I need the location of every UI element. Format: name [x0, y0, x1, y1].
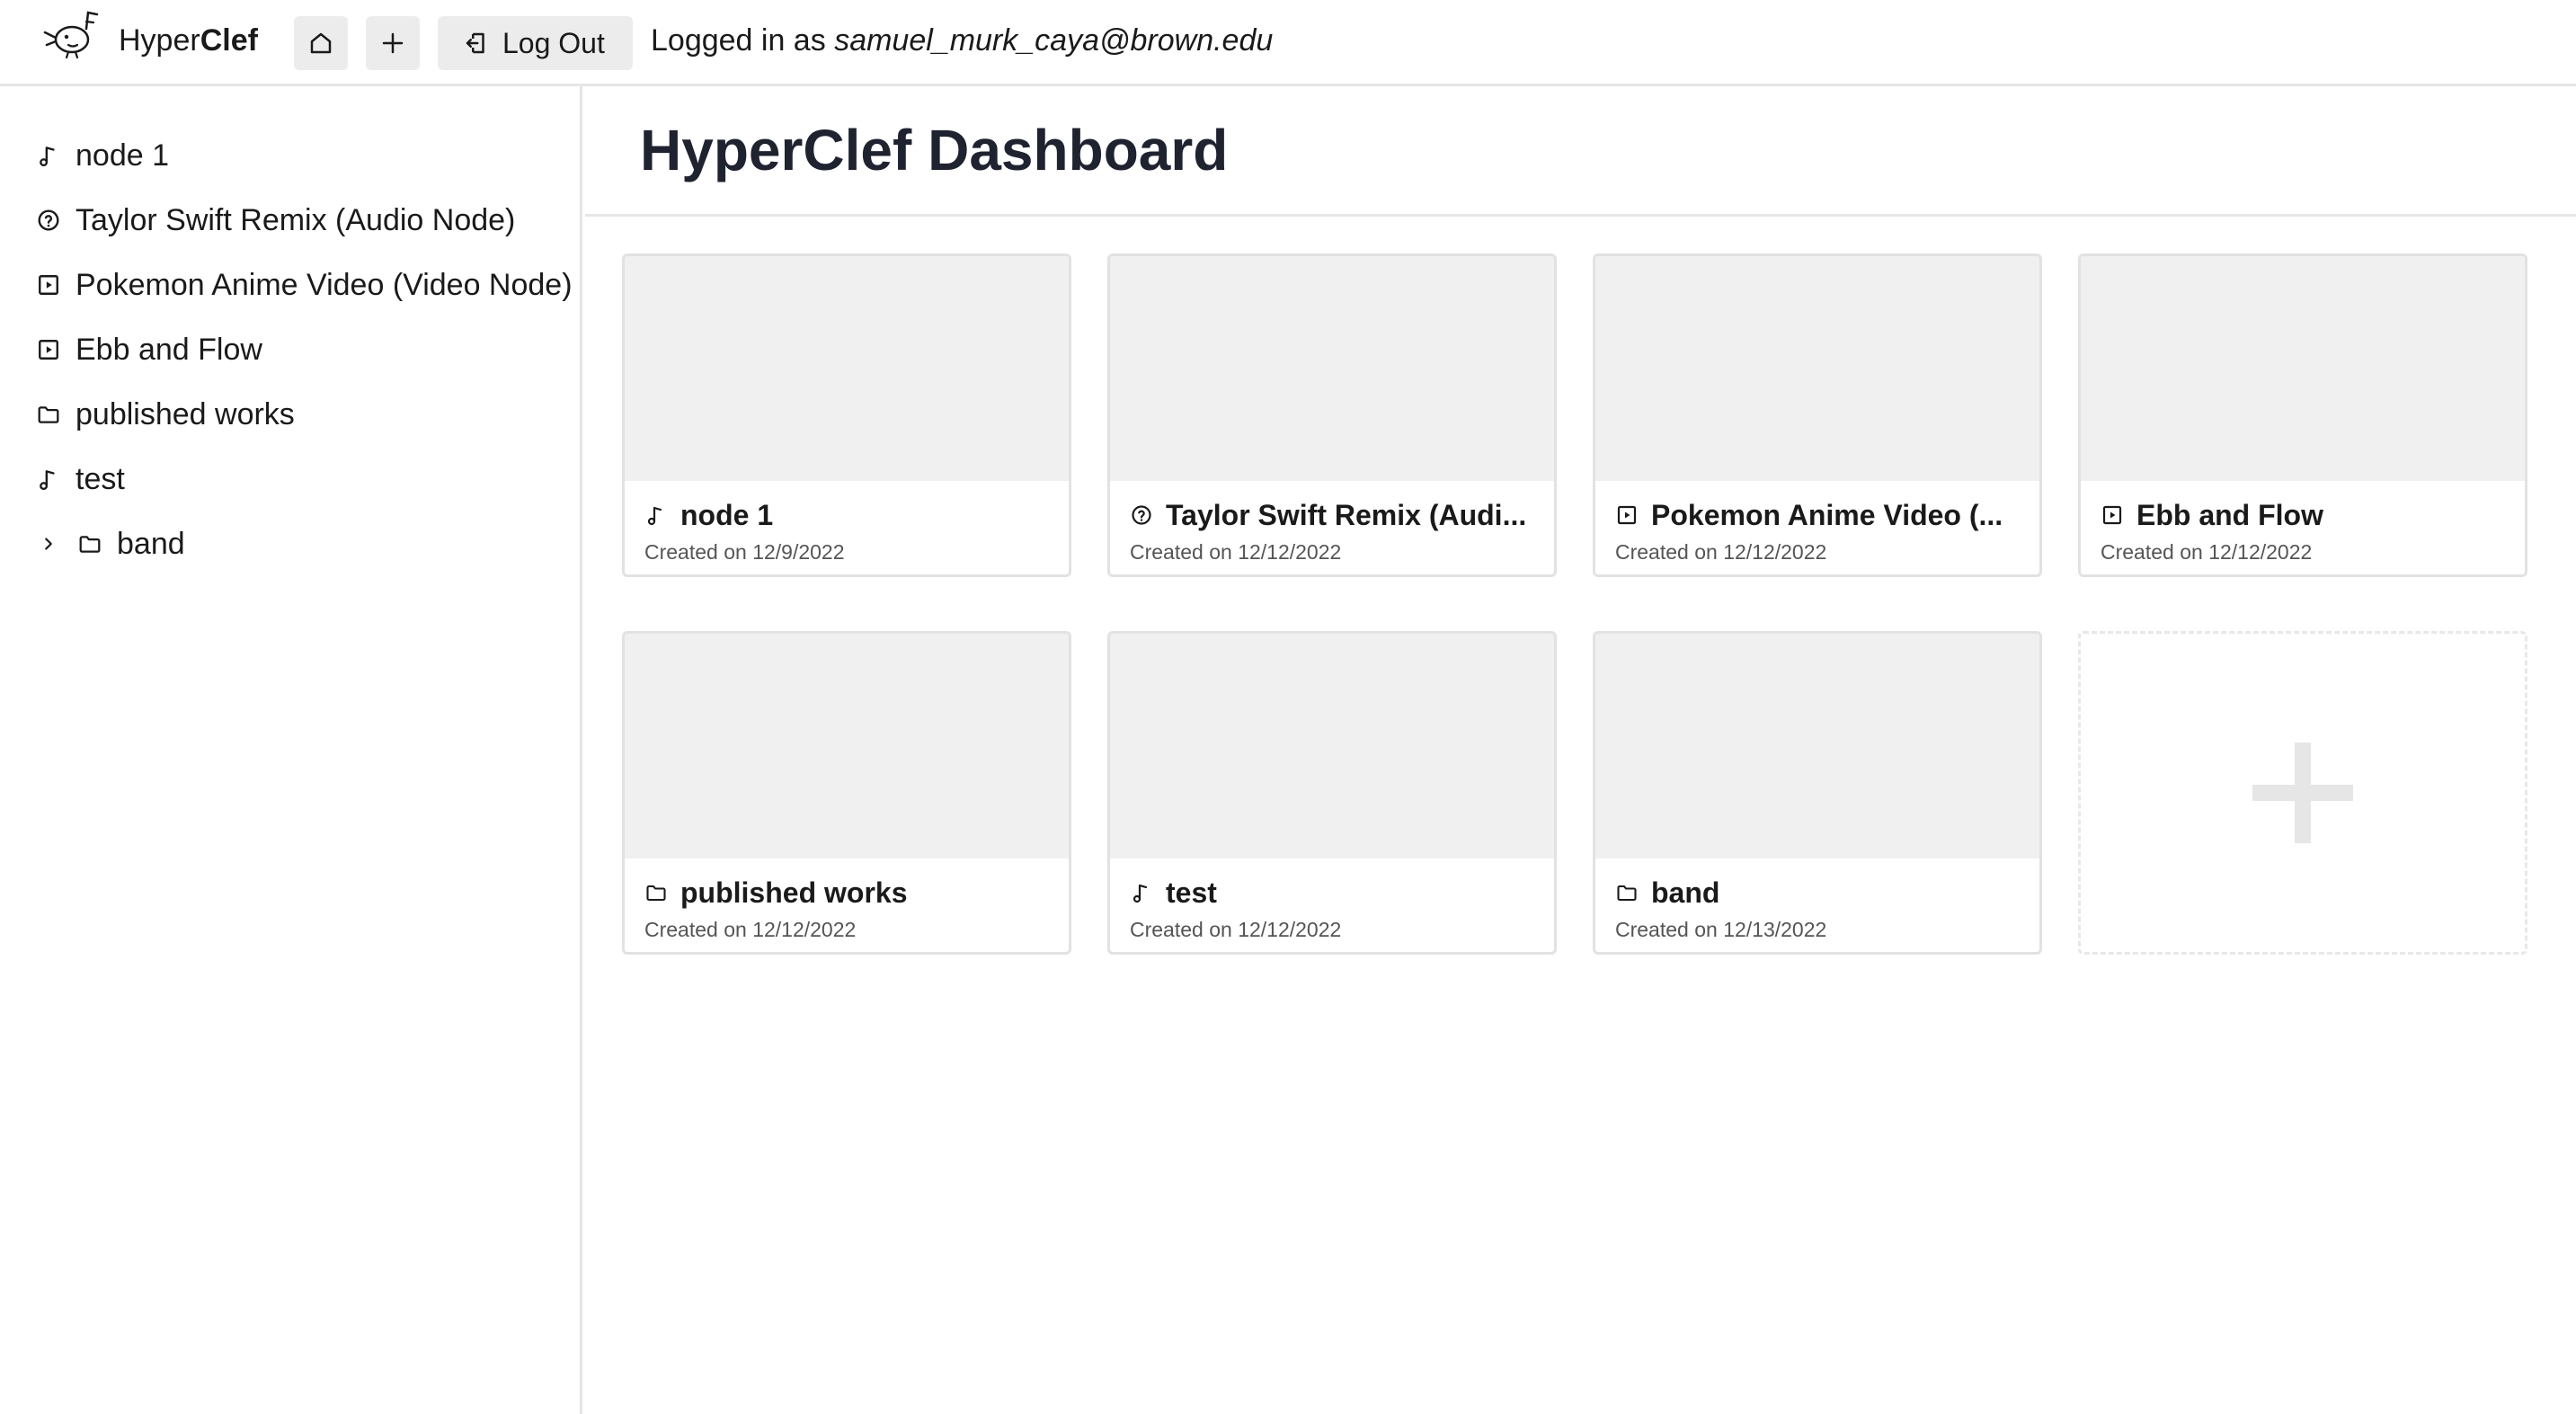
page-title: HyperClef Dashboard: [640, 118, 1229, 182]
question-circle-icon: [36, 208, 61, 233]
sidebar-item-label: Pokemon Anime Video (Video Node): [76, 267, 573, 302]
sidebar-item-label: Ebb and Flow: [76, 332, 262, 367]
title-divider: [585, 214, 2576, 217]
card-thumbnail: [1595, 256, 2039, 481]
login-status: Logged in as samuel_murk_caya@brown.edu: [651, 23, 1273, 58]
log-out-label: Log Out: [502, 26, 605, 59]
card-date: Created on 12/12/2022: [644, 918, 857, 941]
node-card-ebb-and-flow[interactable]: Ebb and Flow Created on 12/12/2022: [2078, 253, 2527, 577]
card-date: Created on 12/13/2022: [1615, 918, 1827, 941]
card-title: Pokemon Anime Video (...: [1615, 495, 2025, 535]
sidebar-item-label: published works: [76, 396, 295, 431]
card-thumbnail: [1595, 634, 2039, 858]
hyperclef-logo-icon: [43, 11, 99, 59]
sidebar-item-label: test: [76, 461, 125, 496]
card-date: Created on 12/12/2022: [1615, 540, 1827, 564]
app-name-bold: Clef: [200, 23, 258, 58]
card-thumbnail: [2081, 256, 2525, 481]
plus-icon: [382, 32, 404, 54]
music-note-icon: [1130, 881, 1153, 904]
plus-icon: [2252, 743, 2353, 843]
folder-icon: [36, 402, 61, 427]
music-note-icon: [36, 467, 61, 492]
sidebar-item-published-works[interactable]: published works: [36, 392, 295, 437]
sidebar-item-ebb-and-flow[interactable]: Ebb and Flow: [36, 327, 262, 372]
card-title: published works: [644, 873, 1054, 912]
card-title: band: [1615, 873, 2025, 912]
card-title: node 1: [644, 495, 1054, 535]
folder-icon: [77, 531, 102, 556]
folder-icon: [1615, 881, 1639, 904]
card-thumbnail: [625, 256, 1069, 481]
card-title-text: node 1: [680, 498, 774, 531]
node-card-published-works[interactable]: published works Created on 12/12/2022: [622, 631, 1071, 955]
home-button[interactable]: [294, 16, 348, 70]
card-date: Created on 12/12/2022: [2101, 540, 2313, 564]
sidebar-item-label: Taylor Swift Remix (Audio Node): [76, 202, 516, 237]
app-name-light: Hyper: [119, 23, 200, 58]
card-title-text: Pokemon Anime Video (...: [1651, 498, 2003, 531]
card-title-text: published works: [680, 876, 908, 909]
user-email: samuel_murk_caya@brown.edu: [834, 23, 1274, 58]
sidebar-item-band[interactable]: band: [36, 521, 185, 566]
sidebar-item-pokemon-anime-video[interactable]: Pokemon Anime Video (Video Node): [36, 262, 573, 307]
card-title: Ebb and Flow: [2101, 495, 2510, 535]
music-note-icon: [36, 143, 61, 168]
add-node-card[interactable]: [2078, 631, 2527, 955]
sidebar-item-test[interactable]: test: [36, 457, 125, 502]
top-bar: HyperClef Log Out Logged in as samuel_mu…: [0, 0, 2576, 86]
card-title-text: Taylor Swift Remix (Audi...: [1166, 498, 1527, 531]
video-play-icon: [36, 337, 61, 362]
sidebar: node 1 Taylor Swift Remix (Audio Node) P…: [0, 86, 582, 1414]
card-thumbnail: [625, 634, 1069, 858]
app-name[interactable]: HyperClef: [119, 23, 258, 58]
node-card-taylor-swift-remix[interactable]: Taylor Swift Remix (Audi... Created on 1…: [1107, 253, 1557, 577]
card-title-text: band: [1651, 876, 1720, 909]
music-note-icon: [644, 503, 668, 527]
card-date: Created on 12/9/2022: [644, 540, 845, 564]
video-play-icon: [1615, 503, 1639, 527]
card-title-text: test: [1166, 876, 1217, 909]
card-title: test: [1130, 873, 1540, 912]
add-node-button[interactable]: [366, 16, 420, 70]
chevron-right-icon[interactable]: [36, 531, 61, 556]
card-date: Created on 12/12/2022: [1130, 918, 1342, 941]
node-card-band[interactable]: band Created on 12/13/2022: [1593, 631, 2042, 955]
question-circle-icon: [1130, 503, 1153, 527]
card-thumbnail: [1110, 634, 1554, 858]
sidebar-item-taylor-swift-remix[interactable]: Taylor Swift Remix (Audio Node): [36, 198, 515, 243]
login-prefix: Logged in as: [651, 23, 826, 58]
log-out-button[interactable]: Log Out: [438, 16, 633, 70]
video-play-icon: [36, 272, 61, 298]
node-card-pokemon-anime-video[interactable]: Pokemon Anime Video (... Created on 12/1…: [1593, 253, 2042, 577]
card-date: Created on 12/12/2022: [1130, 540, 1342, 564]
home-icon: [310, 32, 332, 54]
node-card-test[interactable]: test Created on 12/12/2022: [1107, 631, 1557, 955]
card-thumbnail: [1110, 256, 1554, 481]
node-card-node-1[interactable]: node 1 Created on 12/9/2022: [622, 253, 1071, 577]
sidebar-item-node-1[interactable]: node 1: [36, 133, 169, 178]
card-title-text: Ebb and Flow: [2136, 498, 2323, 531]
log-out-icon: [466, 32, 484, 54]
sidebar-item-label: node 1: [76, 138, 169, 173]
video-play-icon: [2101, 503, 2124, 527]
card-title: Taylor Swift Remix (Audi...: [1130, 495, 1540, 535]
folder-icon: [644, 881, 668, 904]
sidebar-item-label: band: [117, 526, 185, 561]
